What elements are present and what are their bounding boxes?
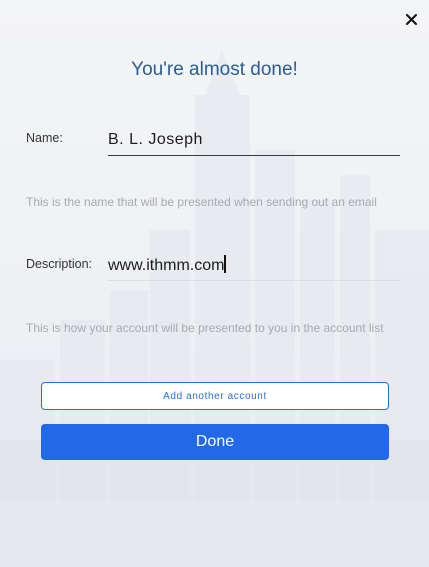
setup-dialog: You're almost done! Name: This is the na…: [0, 0, 429, 567]
close-button[interactable]: [402, 10, 420, 28]
name-hint: This is the name that will be presented …: [26, 195, 377, 209]
dialog-title: You're almost done!: [131, 59, 298, 80]
close-icon: [405, 13, 417, 25]
done-button[interactable]: Done: [41, 424, 389, 460]
description-input[interactable]: [108, 251, 400, 281]
description-label: Description:: [26, 257, 92, 271]
text-cursor: [224, 255, 226, 273]
description-hint: This is how your account will be present…: [26, 321, 384, 335]
name-label: Name:: [26, 131, 63, 145]
add-another-account-button[interactable]: Add another account: [41, 382, 389, 410]
name-input[interactable]: [108, 125, 400, 156]
city-skyline-background: [0, 50, 429, 567]
